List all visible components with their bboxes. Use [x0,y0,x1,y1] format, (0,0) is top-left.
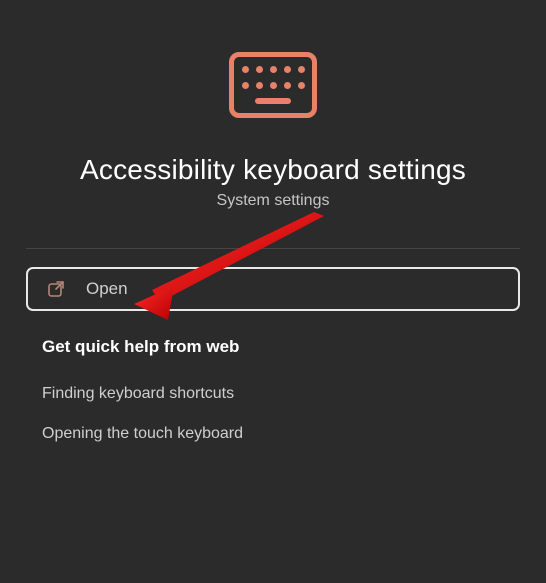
keyboard-icon-row [242,82,305,89]
keyboard-icon-row [242,66,305,73]
settings-result-panel: Accessibility keyboard settings System s… [0,0,546,583]
keyboard-icon [229,52,317,118]
divider [26,248,520,249]
help-link-touch-keyboard[interactable]: Opening the touch keyboard [42,425,504,443]
open-button[interactable]: Open [26,267,520,311]
open-button-label: Open [86,279,128,299]
hero-section: Accessibility keyboard settings System s… [0,52,546,210]
help-heading: Get quick help from web [42,337,504,357]
result-subtitle: System settings [217,192,330,210]
result-title: Accessibility keyboard settings [80,154,466,186]
open-external-icon [46,279,66,299]
help-section: Get quick help from web Finding keyboard… [42,337,504,443]
help-link-keyboard-shortcuts[interactable]: Finding keyboard shortcuts [42,385,504,403]
keyboard-icon-spacebar [255,98,291,104]
